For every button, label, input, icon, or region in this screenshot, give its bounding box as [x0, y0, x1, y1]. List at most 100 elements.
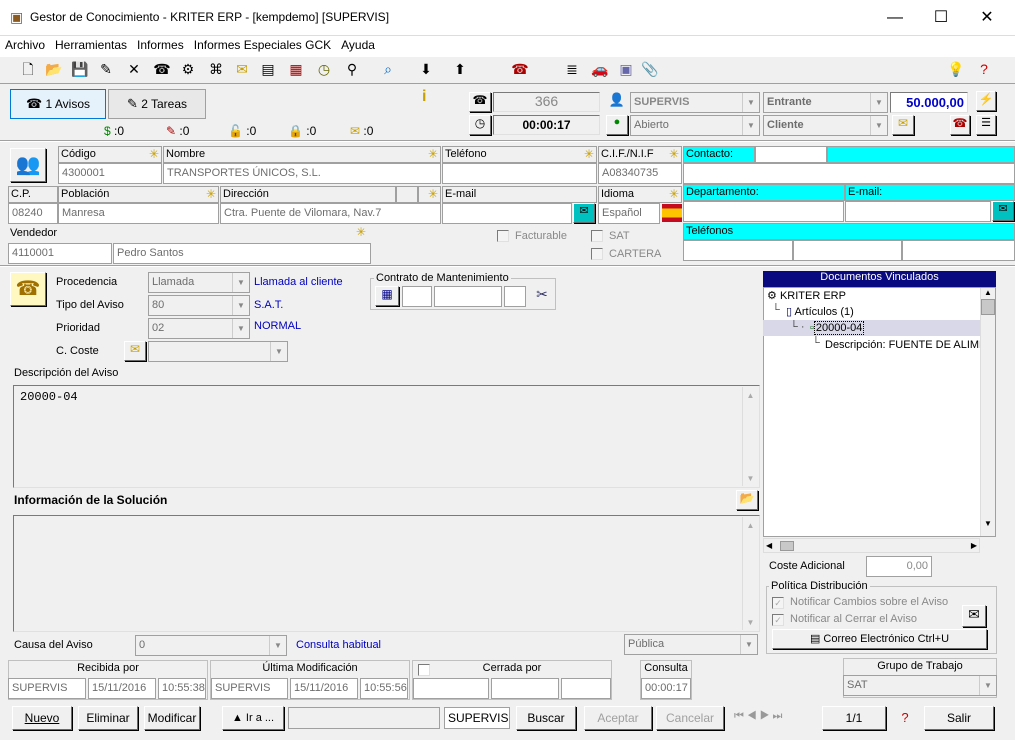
- zoom-icon[interactable]: ⌕: [378, 60, 398, 78]
- visibilidad-select[interactable]: Pública ▼: [624, 634, 758, 655]
- chevron-down-icon[interactable]: ▼: [742, 93, 759, 112]
- open-folder-icon[interactable]: 📂: [44, 60, 64, 78]
- list-button[interactable]: ☰: [976, 115, 996, 135]
- poblacion-field[interactable]: Manresa: [58, 203, 219, 224]
- chevron-down-icon[interactable]: ▼: [979, 676, 996, 695]
- procedencia-select[interactable]: Llamada ▼: [148, 272, 250, 293]
- close-button[interactable]: ✕: [964, 0, 1010, 36]
- menu-archivo[interactable]: Archivo: [0, 36, 50, 52]
- direction-select[interactable]: Entrante ▼: [763, 92, 888, 113]
- minimize-button[interactable]: —: [872, 0, 918, 36]
- send-email-icon[interactable]: ✉: [573, 203, 595, 223]
- chevron-down-icon[interactable]: ▼: [269, 636, 286, 655]
- contacto-detail-field[interactable]: [683, 163, 1015, 184]
- tag-icon[interactable]: ⌘: [206, 60, 226, 78]
- tab-tareas[interactable]: ✎ 2 Tareas: [108, 89, 206, 119]
- aceptar-button[interactable]: Aceptar: [584, 706, 652, 730]
- grupo-select[interactable]: SAT ▼: [843, 675, 997, 696]
- telefono2-field[interactable]: [793, 240, 902, 261]
- state-button[interactable]: ●: [606, 115, 628, 135]
- tree-descripcion[interactable]: Descripción: FUENTE DE ALIME: [825, 339, 980, 351]
- solucion-scrollbar[interactable]: ▲ ▼: [742, 517, 758, 630]
- tree-root[interactable]: ⚙ KRITER ERP: [767, 289, 846, 302]
- ira-field[interactable]: [288, 707, 440, 729]
- checklist-icon[interactable]: ≣: [562, 60, 582, 78]
- phone-call-button[interactable]: ☎: [469, 92, 491, 112]
- scissors-icon[interactable]: ✂: [532, 286, 552, 306]
- vendedor-name-field[interactable]: Pedro Santos: [113, 243, 371, 264]
- tools-icon[interactable]: ⚙: [178, 60, 198, 78]
- delete-icon[interactable]: ✕: [124, 60, 144, 78]
- telefono-field[interactable]: [442, 163, 597, 184]
- save-icon[interactable]: 💾: [70, 60, 90, 78]
- lightning-icon[interactable]: ⚡: [976, 91, 996, 111]
- clock-icon[interactable]: ◷: [314, 60, 334, 78]
- idioma-field[interactable]: Español: [598, 203, 660, 224]
- docs-hscrollbar[interactable]: ◀ ▶: [763, 538, 980, 553]
- facturable-checkbox[interactable]: [497, 230, 509, 242]
- notificar-cerrar-checkbox[interactable]: ✓: [772, 614, 784, 626]
- vendedor-code-field[interactable]: 4110001: [8, 243, 112, 264]
- form-icon[interactable]: ▤: [258, 60, 278, 78]
- causa-select[interactable]: 0 ▼: [135, 635, 287, 656]
- cancelar-button[interactable]: Cancelar: [656, 706, 724, 730]
- menu-herramientas[interactable]: Herramientas: [50, 36, 132, 52]
- chevron-down-icon[interactable]: ▼: [270, 342, 287, 361]
- chevron-down-icon[interactable]: ▼: [740, 635, 757, 654]
- contrato-field-1[interactable]: [402, 286, 432, 307]
- help-icon[interactable]: ?: [974, 60, 994, 78]
- folder-icon[interactable]: 📂: [736, 490, 758, 510]
- lightbulb-icon[interactable]: 💡: [946, 60, 966, 78]
- tree-articulos[interactable]: ▯ Artículos (1): [786, 305, 854, 318]
- nuevo-button[interactable]: Nuevo: [12, 706, 72, 730]
- contacts-icon[interactable]: 👥: [10, 148, 46, 182]
- edit-icon[interactable]: ✎: [96, 60, 116, 78]
- correo-button[interactable]: ▤ Correo Electrónico Ctrl+U: [772, 629, 987, 649]
- client-type-select[interactable]: Cliente ▼: [763, 115, 888, 136]
- coste-adicional-field[interactable]: 0,00: [866, 556, 932, 577]
- descripcion-textarea[interactable]: 20000-04: [13, 385, 760, 488]
- contacto-code-field[interactable]: [755, 146, 827, 163]
- menu-ayuda[interactable]: Ayuda: [336, 36, 380, 52]
- attachment-icon[interactable]: 📎: [640, 60, 660, 78]
- sat-checkbox[interactable]: [591, 230, 603, 242]
- notificar-cambios-checkbox[interactable]: ✓: [772, 597, 784, 609]
- maximize-button[interactable]: ☐: [918, 0, 964, 36]
- arrow-down-icon[interactable]: ⬇: [416, 60, 436, 78]
- ira-button[interactable]: ▲ Ir a ...: [222, 706, 284, 730]
- user-select[interactable]: SUPERVIS ▼: [630, 92, 760, 113]
- descripcion-scrollbar[interactable]: ▲ ▼: [742, 387, 758, 486]
- info-icon[interactable]: i: [422, 88, 426, 106]
- cif-field[interactable]: A08340735: [598, 163, 682, 184]
- chevron-down-icon[interactable]: ▼: [232, 296, 249, 315]
- search-user-field[interactable]: SUPERVIS: [444, 707, 510, 729]
- arrow-up-icon[interactable]: ⬆: [450, 60, 470, 78]
- contacto-name-field[interactable]: [827, 146, 1015, 163]
- grid-icon[interactable]: ▦: [286, 60, 306, 78]
- mail-icon[interactable]: ✉: [962, 605, 986, 627]
- prioridad-select[interactable]: 02 ▼: [148, 318, 250, 339]
- chevron-down-icon[interactable]: ▼: [870, 116, 887, 135]
- solucion-textarea[interactable]: [13, 515, 760, 632]
- amount-field[interactable]: 50.000,00: [890, 92, 968, 113]
- note-icon[interactable]: ✉: [232, 60, 252, 78]
- menu-informes[interactable]: Informes: [132, 36, 189, 52]
- tree-item-20000-04[interactable]: ▫ 20000-04: [810, 321, 865, 335]
- help-footer-icon[interactable]: ?: [896, 710, 914, 728]
- cp-field[interactable]: 08240: [8, 203, 58, 224]
- binoculars-icon[interactable]: ⚲: [342, 60, 362, 78]
- state-select[interactable]: Abierto ▼: [630, 115, 760, 136]
- new-doc-icon[interactable]: 🗋: [18, 60, 38, 78]
- telefono3-field[interactable]: [902, 240, 1015, 261]
- calendar-icon[interactable]: ▦: [375, 286, 399, 306]
- email-field[interactable]: [442, 203, 572, 224]
- modificar-button[interactable]: Modificar: [144, 706, 200, 730]
- contrato-field-3[interactable]: [504, 286, 526, 307]
- direccion-field[interactable]: Ctra. Puente de Vilomara, Nav.7: [220, 203, 441, 224]
- menu-informes-especiales[interactable]: Informes Especiales GCK: [189, 36, 336, 52]
- codigo-field[interactable]: 4300001: [58, 163, 162, 184]
- buscar-button[interactable]: Buscar: [516, 706, 576, 730]
- note-button[interactable]: ✉: [892, 115, 914, 135]
- chevron-down-icon[interactable]: ▼: [232, 273, 249, 292]
- coste-select[interactable]: ▼: [148, 341, 288, 362]
